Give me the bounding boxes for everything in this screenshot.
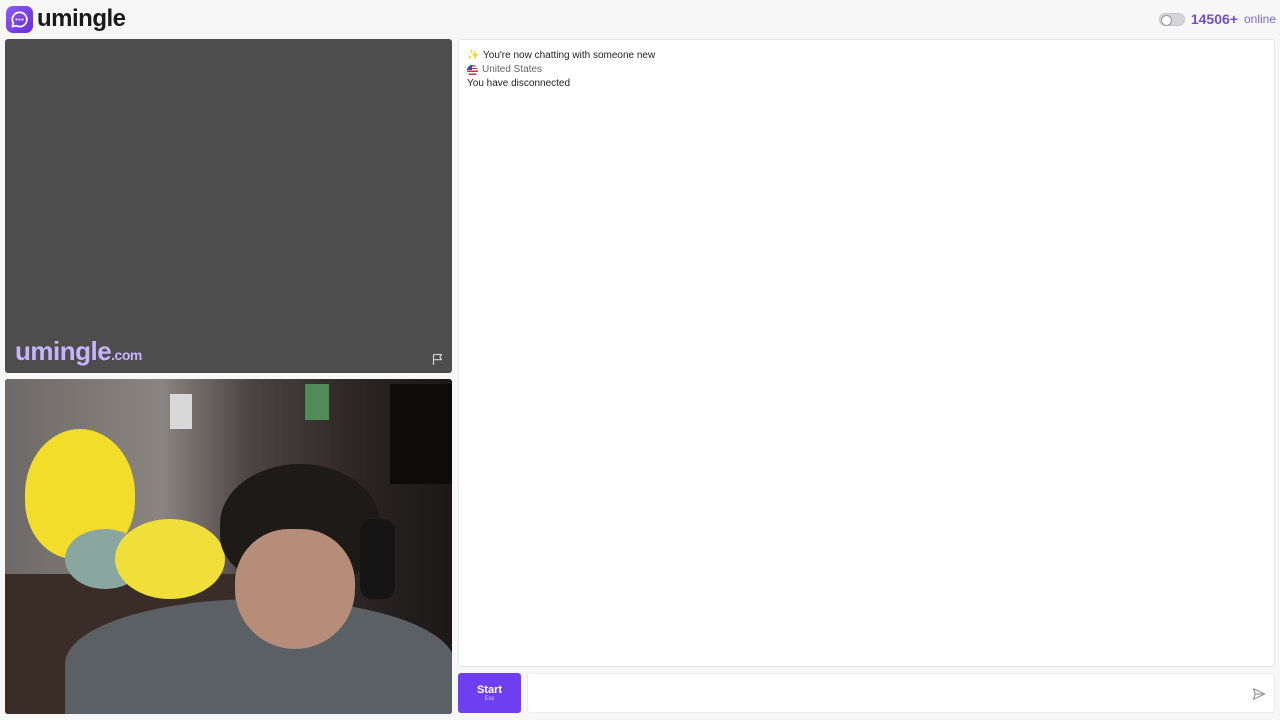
watermark-tld: .com <box>111 347 142 363</box>
online-count: 14506+ <box>1190 11 1238 27</box>
online-indicator: 14506+ online <box>1158 11 1276 27</box>
online-label: online <box>1243 12 1276 26</box>
chat-message: ✨ You're now chatting with someone new <box>467 49 1266 63</box>
us-flag-icon <box>467 64 478 76</box>
chat-message: United States <box>467 63 1266 77</box>
message-input[interactable] <box>528 674 1274 712</box>
local-video-dresser <box>390 384 452 484</box>
local-video <box>5 379 452 714</box>
theme-toggle[interactable] <box>1158 12 1185 26</box>
start-button[interactable]: Start Esc <box>458 673 521 713</box>
chat-message-text: United States <box>482 64 543 75</box>
local-video-person-face <box>235 529 355 649</box>
local-video-lamp <box>170 394 192 429</box>
brand-logo[interactable]: umingle <box>6 5 126 33</box>
chat-message-text: You're now chatting with someone new <box>483 50 656 61</box>
sparkle-icon: ✨ <box>467 50 480 61</box>
start-button-hint: Esc <box>484 695 495 702</box>
remote-video: umingle.com <box>5 39 452 373</box>
chat-log[interactable]: ✨ You're now chatting with someone new U… <box>458 39 1275 667</box>
chat-bubble-icon <box>6 5 33 33</box>
send-icon[interactable] <box>1252 687 1266 701</box>
remote-video-watermark: umingle.com <box>15 336 142 367</box>
start-button-label: Start <box>476 683 503 696</box>
report-flag-icon[interactable] <box>431 352 445 366</box>
brand-name: umingle <box>37 5 126 32</box>
chat-message: You have disconnected <box>467 77 1266 91</box>
local-video-headset <box>360 519 395 599</box>
local-video-plush <box>115 519 225 599</box>
chat-message-text: You have disconnected <box>467 78 571 89</box>
top-bar: umingle 14506+ online <box>0 0 1280 38</box>
watermark-name: umingle <box>15 336 112 366</box>
local-video-poster <box>305 384 329 420</box>
chat-controls: Start Esc <box>458 673 1275 715</box>
message-box <box>527 673 1275 713</box>
